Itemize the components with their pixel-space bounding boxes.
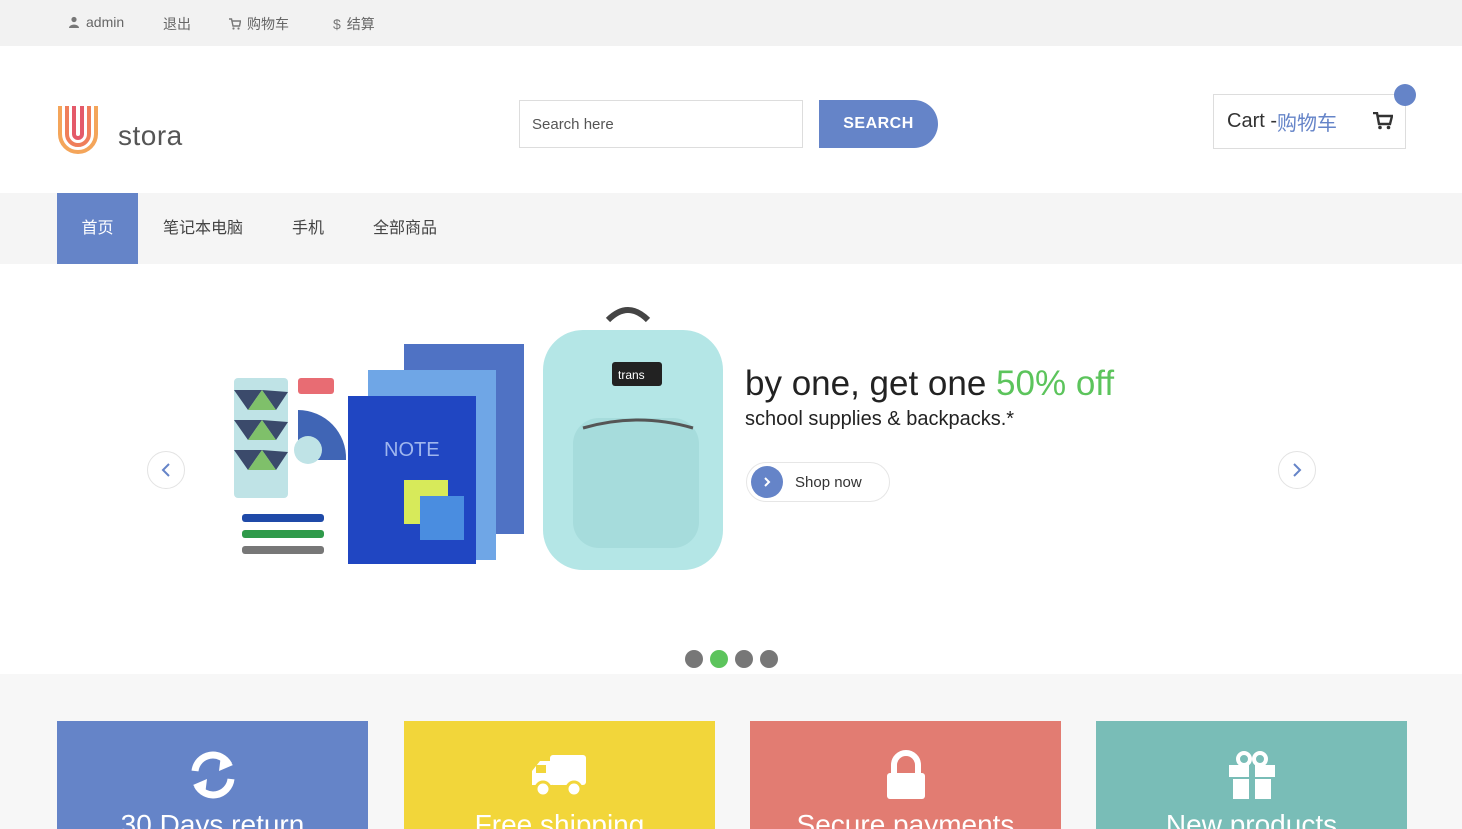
top-bar: admin 退出 购物车 $ 结算 [0, 0, 1462, 46]
logout-label: 退出 [163, 16, 191, 32]
svg-text:trans: trans [618, 368, 645, 382]
slider-next-button[interactable] [1278, 451, 1316, 489]
refresh-icon [191, 751, 234, 799]
cart-icon [229, 18, 241, 30]
cart-icon [1373, 112, 1393, 130]
logout-link[interactable]: 退出 [163, 14, 191, 34]
features-section: 30 Days return Free shipping Secure paym… [0, 674, 1462, 829]
feature-label: Secure payments [796, 809, 1015, 829]
checkout-label: 结算 [346, 16, 375, 32]
headline-text: by one, get one [745, 364, 997, 403]
cart-link[interactable]: 购物车 [229, 14, 289, 34]
hero-headline: by one, get one 50% off [745, 364, 1114, 404]
feature-card-shipping: Free shipping [404, 721, 715, 829]
dollar-icon: $ [333, 16, 341, 32]
checkout-link[interactable]: $ 结算 [333, 14, 375, 34]
feature-card-returns: 30 Days return [57, 721, 368, 829]
feature-label: Free shipping [474, 809, 645, 829]
cart-button[interactable]: Cart - 购物车 [1213, 94, 1406, 149]
logo-mark-icon [58, 106, 98, 154]
pencil-case-illustration [234, 378, 288, 498]
slider-dot[interactable] [760, 650, 778, 668]
slider-dot[interactable] [685, 650, 703, 668]
nav-item-all-products[interactable]: 全部商品 [362, 193, 448, 264]
cart-label: Cart - [1227, 110, 1277, 132]
shop-now-label: Shop now [795, 473, 862, 491]
cart-label-cn: 购物车 [1277, 113, 1337, 135]
feature-label: 30 Days return [120, 809, 305, 829]
feature-label: New products [1165, 809, 1338, 829]
slider-dot[interactable] [735, 650, 753, 668]
slider-dot-active[interactable] [710, 650, 728, 668]
cart-link-label: 购物车 [247, 16, 289, 32]
headline-accent: 50% off [996, 364, 1115, 403]
hero-product-image: NOTE trans [234, 307, 723, 570]
shop-now-button[interactable]: Shop now [746, 462, 890, 502]
site-logo[interactable]: stora [56, 104, 183, 156]
chevron-right-icon [751, 466, 783, 498]
hero-slider: NOTE trans by one, get one 50% off schoo… [0, 264, 1462, 674]
chevron-left-icon [161, 463, 170, 477]
user-icon [69, 16, 79, 28]
lock-icon [886, 750, 925, 799]
gift-icon [1228, 751, 1275, 799]
search-button[interactable]: SEARCH [819, 100, 938, 148]
slider-pagination [685, 650, 778, 668]
svg-text:NOTE: NOTE [384, 439, 440, 461]
nav-item-home[interactable]: 首页 [57, 193, 138, 264]
slider-prev-button[interactable] [147, 451, 185, 489]
chevron-right-icon [1293, 463, 1302, 477]
truck-icon [531, 755, 586, 798]
search-input[interactable] [519, 100, 803, 148]
cart-count-badge [1394, 84, 1416, 106]
main-nav: 首页 笔记本电脑 手机 全部商品 [0, 193, 1462, 264]
account-label: admin [86, 14, 125, 30]
brand-name: stora [118, 120, 183, 151]
feature-card-new-products: New products [1096, 721, 1407, 829]
account-link[interactable]: admin [68, 14, 124, 30]
nav-item-laptops[interactable]: 笔记本电脑 [152, 193, 254, 264]
hero-subline: school supplies & backpacks.* [745, 408, 1015, 430]
nav-item-phones[interactable]: 手机 [280, 193, 336, 264]
feature-card-payments: Secure payments [750, 721, 1061, 829]
